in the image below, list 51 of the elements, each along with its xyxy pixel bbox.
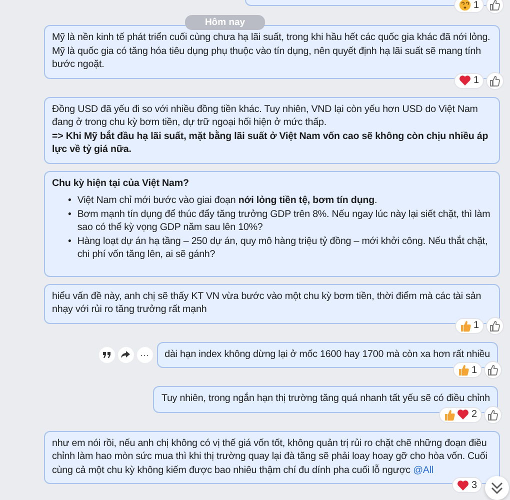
thumbs-up-icon [458,364,470,376]
bullet-marker: • [68,234,72,248]
thumbs-up-icon [444,408,456,420]
heart-icon [457,480,470,490]
message-heading: Chu kỳ hiện tại của Việt Nam? [52,176,190,190]
reaction-count: 1 [473,0,479,10]
reaction-count: 2 [471,409,477,420]
scroll-down-button[interactable] [485,476,509,500]
reaction-count: 1 [473,320,479,331]
bullet-marker: • [68,208,72,222]
reaction-count: 1 [473,75,479,86]
heart-icon [457,409,470,420]
quote-icon [102,352,111,358]
message-text: dài hạn index không dừng lại ở mốc 1600 hay 1700 mà còn xa hơn rất nhiều [164,348,490,361]
more-button[interactable]: ··· [136,346,153,363]
heart-icon [459,75,472,86]
message-text: => Khi Mỹ bắt đầu hạ lãi suất, mặt bằng lãi suất ở Việt Nam vốn cao sẽ không còn chịu nhiều áp lực về tỷ giá nữa. [52,130,490,156]
like-icon [489,0,501,11]
reaction-pill[interactable]: 2 [439,406,482,422]
quote-button[interactable] [98,346,115,363]
like-button[interactable] [484,406,502,424]
reaction-pill[interactable]: 1 [454,72,484,88]
like-button[interactable] [486,72,504,90]
message-text: Mỹ là nền kinh tế phát triển cuối cùng chưa hạ lãi suất, trong khi hầu hết các quốc gia khác đã nới lỏng. Mỹ là quốc gia có tăng hóa tiêu dụng phụ thuộc vào tín dụng, nên quyết định hạ lãi suất sẽ mang tính bước ngoặt. [52,31,492,72]
double-chevron-down-icon [491,482,503,494]
forward-button[interactable] [118,346,134,363]
message-text: Tuy nhiên, trong ngắn hạn thị trường tăng quá nhanh tất yếu sẽ có điều chỉnh [161,392,490,406]
dizzy-face-icon [459,0,472,11]
like-button[interactable] [486,0,504,14]
bullet-text: Hàng loạt dự án hạ tầng – 250 dự án, quy mô hàng triệu tỷ đồng – mới khởi công. Nếu thắt chặt, chi phí vốn tăng lên, ai sẽ gánh? [77,234,489,262]
forward-icon [121,351,130,358]
like-button[interactable] [484,361,502,379]
thumbs-up-icon [460,320,472,332]
bullet-marker: • [68,194,72,208]
reaction-pill[interactable]: 1 [454,0,484,13]
date-divider: Hôm nay [184,15,266,30]
like-icon [487,364,499,376]
mention-link[interactable]: @All [413,464,434,476]
like-icon [489,74,501,86]
reaction-pill[interactable]: 1 [453,362,482,378]
message-text: hiểu vấn đề này, anh chị sẽ thấy KT VN vừa bước vào một chu kỳ bơm tiền, thời điểm mà các tài sản nhạy với rủi ro tăng trưởng rất mạnh [52,290,482,316]
reaction-count: 1 [471,364,477,376]
message-text: như em nói rồi, nếu anh chị không có vị thế giá vốn tốt, không quản trị rủi ro chặt chẽ những đoạn điều chỉnh làm hao mòn sức mua thì khi thị trường quay lại đà tăng sẽ phải loay hoay gỡ cho hòa vốn. Cuối cùng cả một chu kỳ không kiếm được bao nhiêu thậm chí đu dính pha cuối lỗ ngược @All [52,436,488,477]
bullet-text: Bơm mạnh tín dụng để thúc đẩy tăng trưởng GDP trên 8%. Nếu ngay lúc này lại siết chặt, thì làm sao có thể kỳ vọng GDP năm sau lên 10%? [77,208,492,234]
bullet-text: Việt Nam chỉ mới bước vào giai đoạn nới lỏng tiền tệ, bơm tín dụng. [77,194,378,208]
message-text: Đồng USD đã yếu đi so với nhiều đồng tiền khác. Tuy nhiên, VND lại còn yếu hơn USD do Việt Nam đang ở trong chu kỳ bơm tiền, dự trữ ngoại hối hiện ở mức thấp. [52,102,479,130]
like-icon [487,408,499,420]
reaction-pill[interactable]: 3 [452,477,482,493]
like-button[interactable] [486,316,504,334]
reaction-count: 3 [471,480,477,490]
like-icon [489,320,501,332]
